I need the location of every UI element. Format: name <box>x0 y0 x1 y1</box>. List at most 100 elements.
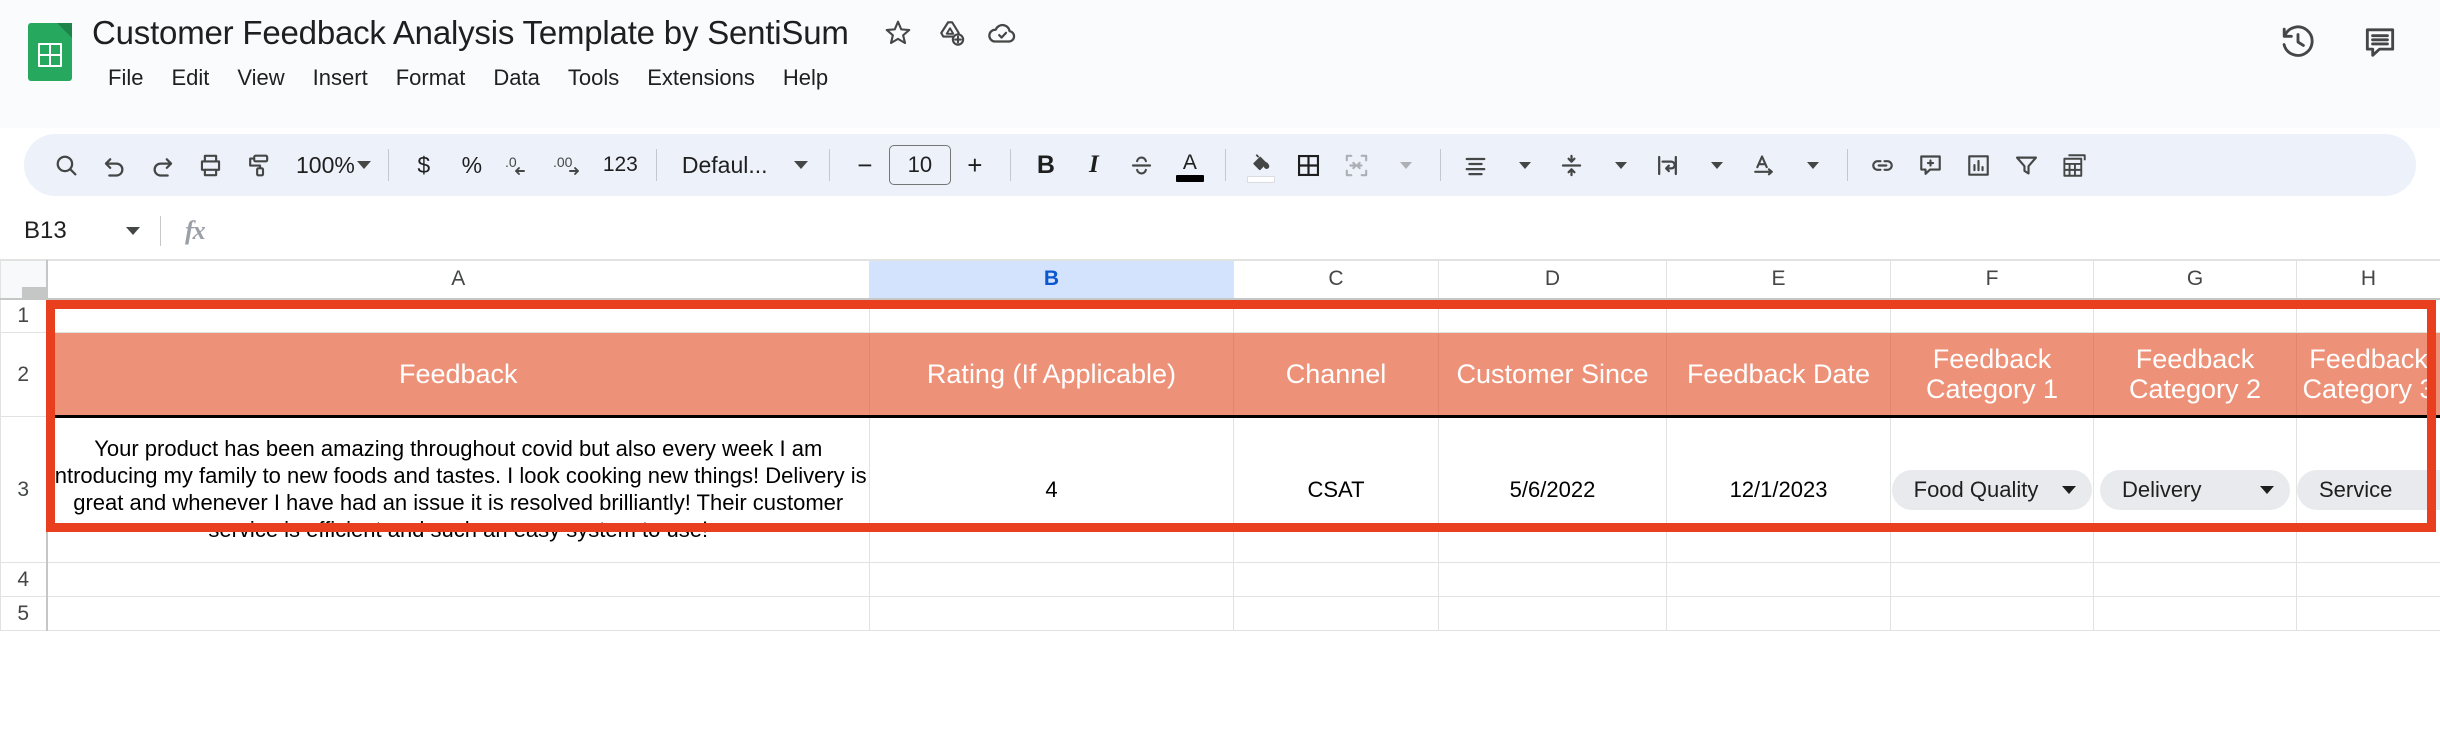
cell-b1[interactable] <box>869 298 1234 333</box>
increase-font-size-button[interactable]: + <box>951 141 999 189</box>
version-history-icon[interactable] <box>2272 16 2324 68</box>
header-cell-feedback-date[interactable]: Feedback Date <box>1666 332 1891 418</box>
menu-item-extensions[interactable]: Extensions <box>633 60 769 96</box>
row-header-2[interactable]: 2 <box>0 332 48 417</box>
text-rotation-icon[interactable] <box>1740 141 1788 189</box>
text-color-button[interactable]: A <box>1166 141 1214 189</box>
cell-category-3[interactable]: Service <box>2296 416 2440 563</box>
print-icon[interactable] <box>186 141 234 189</box>
cell-f5[interactable] <box>1890 596 2094 631</box>
cell-f4[interactable] <box>1890 562 2094 597</box>
menu-item-format[interactable]: Format <box>382 60 480 96</box>
cell-category-2[interactable]: Delivery <box>2093 416 2297 563</box>
comment-history-icon[interactable] <box>2354 16 2406 68</box>
italic-button[interactable]: I <box>1070 141 1118 189</box>
header-cell-feedback-category-1[interactable]: Feedback Category 1 <box>1890 332 2094 418</box>
paint-format-icon[interactable] <box>234 141 282 189</box>
cloud-saved-icon[interactable] <box>983 14 1021 52</box>
column-header-a[interactable]: A <box>46 260 870 300</box>
font-size-input[interactable]: 10 <box>888 145 951 185</box>
header-cell-channel[interactable]: Channel <box>1233 332 1439 418</box>
cell-rating[interactable]: 4 <box>869 416 1234 563</box>
cell-h5[interactable] <box>2296 596 2440 631</box>
header-cell-feedback-category-2[interactable]: Feedback Category 2 <box>2093 332 2297 418</box>
dropdown-chip-category-2[interactable]: Delivery <box>2100 470 2290 510</box>
row-header-3[interactable]: 3 <box>0 416 48 563</box>
cell-f1[interactable] <box>1890 298 2094 333</box>
cell-e1[interactable] <box>1666 298 1891 333</box>
column-header-g[interactable]: G <box>2093 260 2297 300</box>
cell-d1[interactable] <box>1438 298 1667 333</box>
cell-feedback-text[interactable]: Your product has been amazing throughout… <box>46 416 870 563</box>
header-cell-rating[interactable]: Rating (If Applicable) <box>869 332 1234 418</box>
cell-a1[interactable] <box>46 298 870 333</box>
undo-icon[interactable] <box>90 141 138 189</box>
redo-icon[interactable] <box>138 141 186 189</box>
cell-h4[interactable] <box>2296 562 2440 597</box>
create-filter-icon[interactable] <box>2003 141 2051 189</box>
select-all-corner[interactable] <box>0 260 48 300</box>
text-wrapping-chevron-icon[interactable] <box>1692 141 1740 189</box>
move-to-drive-icon[interactable] <box>931 14 969 52</box>
font-family-selector[interactable]: Defaul... <box>668 141 818 189</box>
merge-options-chevron-icon[interactable] <box>1381 141 1429 189</box>
dropdown-chip-category-3[interactable]: Service <box>2297 470 2440 510</box>
name-box[interactable]: B13 <box>0 202 160 259</box>
increase-decimal-button[interactable]: .00 <box>544 141 596 189</box>
currency-format-button[interactable]: $ <box>400 141 448 189</box>
search-icon[interactable] <box>42 141 90 189</box>
bold-button[interactable]: B <box>1022 141 1070 189</box>
menu-item-tools[interactable]: Tools <box>554 60 633 96</box>
cell-h1[interactable] <box>2296 298 2440 333</box>
cell-e4[interactable] <box>1666 562 1891 597</box>
header-cell-customer-since[interactable]: Customer Since <box>1438 332 1667 418</box>
menu-item-edit[interactable]: Edit <box>157 60 223 96</box>
horizontal-align-chevron-icon[interactable] <box>1500 141 1548 189</box>
decrease-decimal-button[interactable]: .0 <box>496 141 544 189</box>
strikethrough-icon[interactable] <box>1118 141 1166 189</box>
cell-c4[interactable] <box>1233 562 1439 597</box>
cell-c1[interactable] <box>1233 298 1439 333</box>
column-header-c[interactable]: C <box>1233 260 1439 300</box>
document-title[interactable]: Customer Feedback Analysis Template by S… <box>92 14 849 52</box>
vertical-align-chevron-icon[interactable] <box>1596 141 1644 189</box>
insert-comment-icon[interactable] <box>1907 141 1955 189</box>
menu-item-file[interactable]: File <box>94 60 157 96</box>
vertical-align-icon[interactable] <box>1548 141 1596 189</box>
column-header-b[interactable]: B <box>869 260 1234 300</box>
menu-item-data[interactable]: Data <box>479 60 553 96</box>
header-cell-feedback[interactable]: Feedback <box>46 332 870 418</box>
column-header-d[interactable]: D <box>1438 260 1667 300</box>
decrease-font-size-button[interactable]: − <box>841 141 889 189</box>
cell-channel[interactable]: CSAT <box>1233 416 1439 563</box>
cell-g4[interactable] <box>2093 562 2297 597</box>
menu-item-view[interactable]: View <box>223 60 298 96</box>
percent-format-button[interactable]: % <box>448 141 496 189</box>
cell-g5[interactable] <box>2093 596 2297 631</box>
formula-input[interactable] <box>229 202 2440 259</box>
cell-b5[interactable] <box>869 596 1234 631</box>
insert-chart-icon[interactable] <box>1955 141 2003 189</box>
cell-b4[interactable] <box>869 562 1234 597</box>
menu-item-insert[interactable]: Insert <box>299 60 382 96</box>
cell-a5[interactable] <box>46 596 870 631</box>
column-header-h[interactable]: H <box>2296 260 2440 300</box>
header-cell-feedback-category-3[interactable]: Feedback Category 3 <box>2296 332 2440 418</box>
horizontal-align-icon[interactable] <box>1452 141 1500 189</box>
row-header-4[interactable]: 4 <box>0 562 48 597</box>
sheets-logo-icon[interactable] <box>22 16 78 88</box>
fill-color-button[interactable] <box>1237 141 1285 189</box>
cell-customer-since[interactable]: 5/6/2022 <box>1438 416 1667 563</box>
cell-e5[interactable] <box>1666 596 1891 631</box>
cell-category-1[interactable]: Food Quality <box>1890 416 2094 563</box>
text-rotation-chevron-icon[interactable] <box>1788 141 1836 189</box>
insert-link-icon[interactable] <box>1859 141 1907 189</box>
row-header-1[interactable]: 1 <box>0 298 48 333</box>
star-icon[interactable] <box>879 14 917 52</box>
row-header-5[interactable]: 5 <box>0 596 48 631</box>
borders-icon[interactable] <box>1285 141 1333 189</box>
cell-a4[interactable] <box>46 562 870 597</box>
cell-d4[interactable] <box>1438 562 1667 597</box>
functions-icon[interactable] <box>2051 141 2099 189</box>
merge-cells-icon[interactable] <box>1333 141 1381 189</box>
